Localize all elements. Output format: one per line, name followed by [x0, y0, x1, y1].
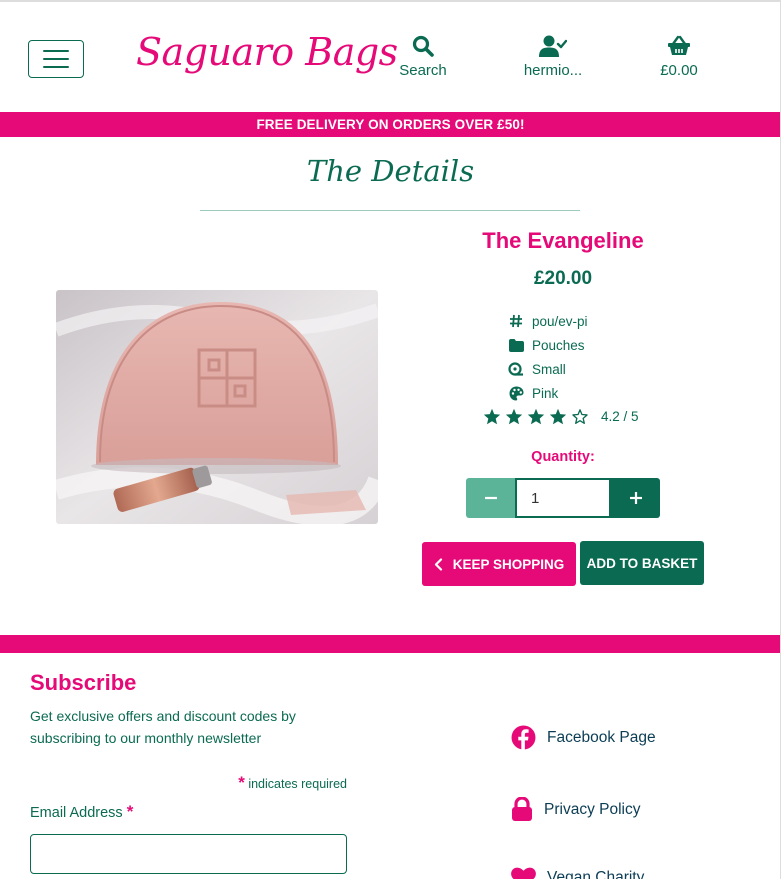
folder-icon	[508, 337, 524, 353]
tape-measure-icon	[508, 361, 524, 377]
palette-icon	[508, 385, 524, 401]
search-nav-button[interactable]: Search	[373, 34, 473, 79]
user-check-icon	[539, 35, 567, 57]
product-photo	[56, 290, 378, 524]
basket-total: £0.00	[660, 62, 698, 79]
star-full-icon	[483, 408, 501, 425]
vegan-charity-label: Vegan Charity	[547, 869, 645, 879]
email-label: Email Address *	[30, 802, 133, 822]
quantity-input[interactable]	[515, 478, 611, 518]
star-empty-icon	[572, 409, 588, 424]
required-note: * indicates required	[150, 773, 347, 793]
keep-shopping-button[interactable]: KEEP SHOPPING	[422, 542, 576, 586]
required-asterisk: *	[238, 773, 245, 792]
page-title: The Details	[306, 154, 475, 188]
product-image	[56, 290, 378, 524]
subscribe-description: Get exclusive offers and discount codes …	[30, 708, 296, 746]
product-price: £20.00	[533, 268, 593, 289]
product-name: The Evangeline	[482, 228, 644, 253]
product-size: Small	[532, 361, 566, 377]
plus-icon	[629, 492, 642, 504]
required-asterisk: *	[126, 802, 134, 821]
product-category-row: Pouches	[508, 337, 585, 353]
email-label-text: Email Address	[30, 805, 123, 821]
star-full-icon	[505, 408, 523, 425]
facebook-link-label: Facebook Page	[547, 728, 656, 746]
add-to-basket-button[interactable]: ADD TO BASKET	[580, 541, 704, 585]
footer-divider-bar	[0, 635, 780, 653]
hamburger-line	[43, 50, 69, 52]
facebook-link[interactable]: Facebook Page	[511, 725, 656, 750]
search-icon	[412, 35, 434, 57]
chevron-left-icon	[434, 557, 442, 571]
basket-icon	[668, 35, 690, 55]
product-colour: Pink	[532, 385, 559, 401]
menu-toggle-button[interactable]	[28, 40, 84, 78]
account-nav-label: hermio...	[523, 62, 583, 79]
increase-quantity-button[interactable]	[611, 478, 660, 518]
rating-value: 4.2 / 5	[601, 409, 639, 424]
decrease-quantity-button[interactable]	[466, 478, 515, 518]
privacy-policy-label: Privacy Policy	[544, 800, 641, 818]
lock-icon	[512, 797, 532, 821]
add-to-basket-label: ADD TO BASKET	[586, 555, 698, 571]
keep-shopping-label: KEEP SHOPPING	[452, 556, 565, 572]
free-delivery-banner: FREE DELIVERY ON ORDERS OVER £50!	[0, 112, 780, 137]
product-size-row: Small	[508, 361, 566, 377]
product-sku-row: pou/ev-pi	[508, 313, 588, 329]
quantity-stepper	[466, 478, 660, 518]
product-rating: 4.2 / 5	[483, 408, 639, 425]
product-colour-row: Pink	[508, 385, 558, 401]
hamburger-line	[43, 58, 69, 60]
heart-icon	[511, 867, 536, 879]
search-nav-label: Search	[399, 62, 447, 79]
product-sku: pou/ev-pi	[532, 313, 588, 329]
star-full-icon	[527, 408, 545, 425]
rating-stars	[483, 408, 589, 425]
subscribe-title: Subscribe	[30, 670, 137, 695]
site-logo[interactable]: Saguaro Bags	[136, 30, 398, 74]
facebook-icon	[511, 725, 536, 750]
vegan-charity-link[interactable]: Vegan Charity	[511, 867, 644, 879]
quantity-label: Quantity:	[531, 449, 595, 465]
email-input[interactable]	[30, 834, 347, 874]
basket-nav-button[interactable]: £0.00	[629, 34, 729, 79]
privacy-policy-link[interactable]: Privacy Policy	[511, 797, 640, 822]
star-full-icon	[549, 408, 567, 425]
title-divider	[200, 210, 580, 211]
required-note-text: indicates required	[248, 777, 347, 791]
page: Saguaro Bags Search hermio... £0.00 FREE…	[0, 0, 781, 879]
hamburger-line	[43, 66, 69, 68]
minus-icon	[484, 496, 497, 500]
product-category: Pouches	[532, 337, 585, 353]
hash-icon	[508, 313, 524, 329]
account-nav-button[interactable]: hermio...	[503, 34, 603, 79]
